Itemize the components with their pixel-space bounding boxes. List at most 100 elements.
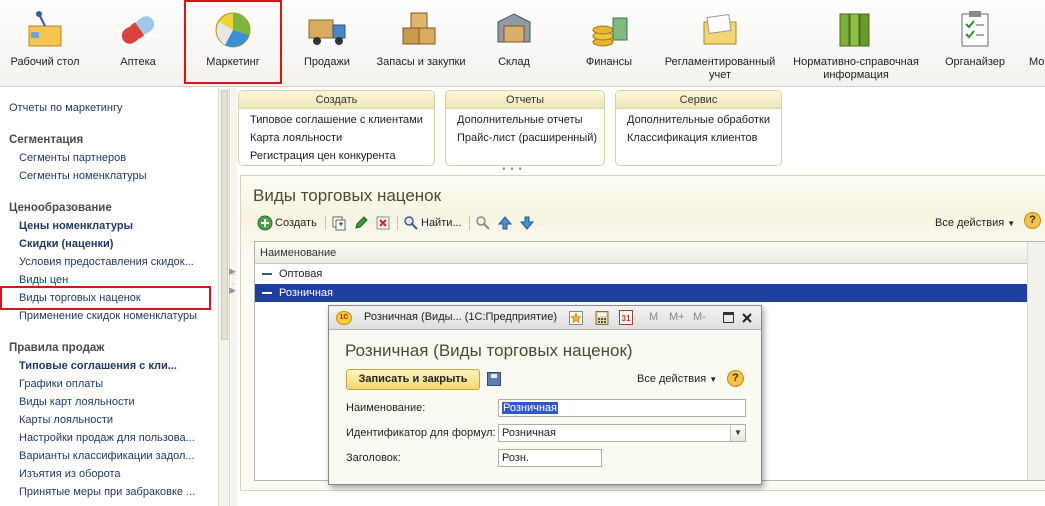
find-button[interactable]: Найти... [421,214,462,232]
nav-item-debt-classification[interactable]: Варианты классификации задол... [19,450,195,462]
cmd-extra-reports[interactable]: Дополнительные отчеты [457,114,582,126]
memory-minus-button[interactable]: M- [693,311,706,323]
nav-item-standard-agreements[interactable]: Типовые соглашения с кли... [19,360,177,372]
memory-m-button[interactable]: M [649,311,658,323]
star-icon[interactable] [569,311,583,325]
pill-icon [121,16,155,44]
section-regulated-accounting[interactable]: Регламентированный учет [658,4,782,84]
nav-marketing-reports[interactable]: Отчеты по маркетингу [9,102,122,114]
chevron-down-icon: ▼ [709,375,718,384]
nav-item-loyalty-cards[interactable]: Карты лояльности [19,414,113,426]
nav-item-loyalty-card-types[interactable]: Виды карт лояльности [19,396,135,408]
close-icon[interactable] [741,312,753,324]
caption-input[interactable]: Розн. [498,449,602,467]
row-pointer-icon: ▶ [229,266,236,276]
folder-papers-icon [703,13,737,45]
nav-item-discount-conditions[interactable]: Условия предоставления скидок... [19,256,194,268]
cmd-group-header: Сервис [616,91,781,109]
nav-item-reject-measures[interactable]: Принятые меры при забраковке ... [19,486,195,498]
markup-type-edit-window: 1С Розничная (Виды... (1С:Предприятие) 3… [328,305,762,485]
save-floppy-icon[interactable] [487,372,501,386]
name-input[interactable]: Розничная [498,399,746,417]
name-input-value: Розничная [502,402,558,414]
section-label: Финансы [585,56,633,68]
commands-splitter[interactable]: • • • [502,164,523,175]
cancel-search-icon[interactable] [475,215,491,231]
section-pharmacy[interactable]: Аптека [93,4,183,84]
cmd-price-list[interactable]: Прайс-лист (расширенный) [457,132,597,144]
clipboard-icon [961,11,989,47]
save-and-close-button[interactable]: Записать и закрыть [346,369,480,390]
cmd-group-reports: Отчеты Дополнительные отчеты Прайс-лист … [445,90,605,166]
section-label: Склад [498,56,530,68]
copy-icon[interactable] [331,215,347,231]
nav-item-product-segments[interactable]: Сегменты номенклатуры [19,170,147,182]
section-label: Регламентированный учет [664,56,776,81]
move-down-icon[interactable] [519,215,535,231]
create-plus-icon [257,215,273,231]
calculator-icon[interactable] [595,311,609,325]
table-scrollbar[interactable] [1027,242,1045,480]
popup-all-actions-menu[interactable]: Все действия ▼ [637,373,717,385]
caption-value: Розн. [502,452,530,464]
boxes-icon [402,12,436,45]
section-warehouse[interactable]: Склад [468,4,560,84]
delete-icon[interactable] [375,215,391,231]
formula-id-input[interactable]: Розничная ▼ [498,424,746,442]
nav-group-sales-rules: Правила продаж [9,342,105,354]
create-button[interactable]: Создать [275,214,317,232]
cmd-competitor-prices[interactable]: Регистрация цен конкурента [250,150,396,162]
cmd-extra-processing[interactable]: Дополнительные обработки [627,114,770,126]
nav-item-user-sales-settings[interactable]: Настройки продаж для пользова... [19,432,195,444]
nav-item-product-prices[interactable]: Цены номенклатуры [19,220,133,232]
calendar-icon[interactable]: 31 [619,310,633,325]
section-desktop[interactable]: Рабочий стол [0,4,90,84]
section-label: Мо [1029,56,1045,68]
help-icon[interactable]: ? [1024,212,1041,229]
window-titlebar[interactable]: 1С Розничная (Виды... (1С:Предприятие) 3… [329,306,761,330]
section-organizer[interactable]: Органайзер [932,4,1018,84]
nav-item-withdrawal[interactable]: Изъятия из оборота [19,468,121,480]
section-reference-info[interactable]: Нормативно-справочная информация [788,4,924,84]
cmd-loyalty-card[interactable]: Карта лояльности [250,132,342,144]
cmd-group-service: Сервис Дополнительные обработки Классифи… [615,90,782,166]
memory-plus-button[interactable]: M+ [669,311,685,323]
field-label-caption: Заголовок: [346,452,401,464]
section-more[interactable]: Мо [1020,4,1045,84]
table-row[interactable]: Оптовая [255,265,1028,283]
cmd-client-classification[interactable]: Классификация клиентов [627,132,757,144]
section-marketing[interactable]: Маркетинг [184,0,282,84]
nav-item-discounts[interactable]: Скидки (наценки) [19,238,113,250]
row-name: Розничная [279,287,333,299]
section-label: Аптека [120,56,156,68]
all-actions-menu[interactable]: Все действия ▼ [935,214,1015,232]
move-up-icon[interactable] [497,215,513,231]
section-finance[interactable]: Финансы [563,4,655,84]
field-label-name: Наименование: [346,402,426,414]
edit-pencil-icon[interactable] [353,215,369,231]
navigation-panel: Отчеты по маркетингу Сегментация Сегмент… [0,88,230,506]
maximize-icon[interactable] [723,312,734,323]
nav-scrollbar[interactable] [218,88,229,506]
section-label: Запасы и закупки [376,56,466,68]
nav-item-price-types[interactable]: Виды цен [19,274,68,286]
section-sales[interactable]: Продажи [283,4,371,84]
table-row-selected[interactable]: Розничная [255,284,1028,302]
nav-item-payment-schedules[interactable]: Графики оплаты [19,378,103,390]
nav-scroll-thumb[interactable] [221,90,228,340]
nav-item-discount-application[interactable]: Применение скидок номенклатуры [19,310,197,322]
popup-help-icon[interactable]: ? [727,370,744,387]
cmd-group-header: Создать [239,91,434,109]
nav-item-partner-segments[interactable]: Сегменты партнеров [19,152,126,164]
cmd-standard-agreement[interactable]: Типовое соглашение с клиентами [250,114,423,126]
nav-highlight-frame [0,286,211,310]
list-title: Виды торговых наценок [253,186,442,205]
column-header-name[interactable]: Наименование [255,242,1045,264]
section-label: Органайзер [944,56,1006,68]
dropdown-arrow-icon[interactable]: ▼ [730,425,745,441]
all-actions-label: Все действия [935,217,1005,229]
row-name: Оптовая [279,268,323,280]
section-stocks[interactable]: Запасы и закупки [375,4,467,84]
list-toolbar: Создать Найти... Все действия ▼ [241,212,1045,234]
nav-group-pricing: Ценообразование [9,202,112,214]
